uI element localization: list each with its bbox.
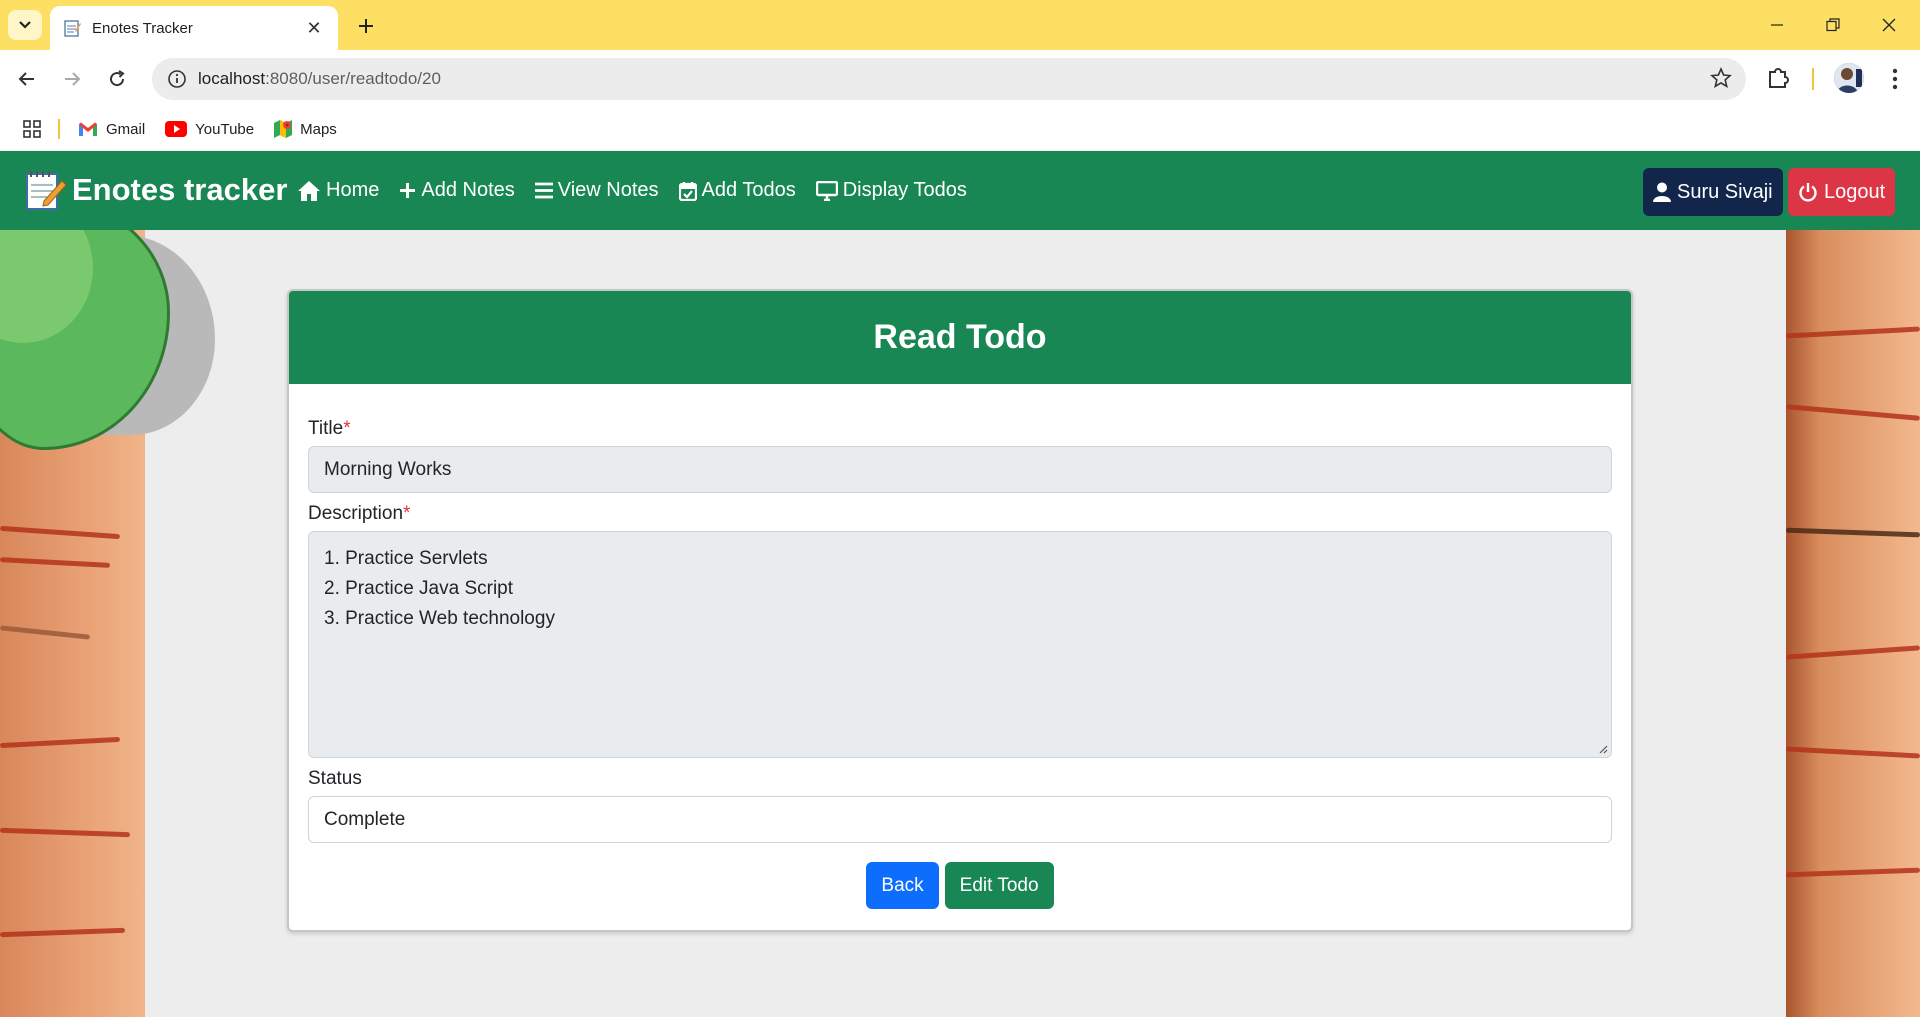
maps-icon — [274, 120, 293, 138]
more-menu-icon[interactable] — [1880, 64, 1910, 94]
new-tab-button[interactable] — [352, 12, 380, 40]
chevron-down-icon — [19, 21, 31, 29]
edit-todo-button[interactable]: Edit Todo — [944, 862, 1054, 909]
arrow-left-icon — [18, 72, 34, 86]
minimize-icon — [1771, 24, 1783, 26]
status-label: Status — [308, 768, 362, 789]
back-nav-button[interactable] — [12, 64, 42, 94]
nav-display-todos[interactable]: Display Todos — [815, 179, 967, 202]
bookmark-maps[interactable]: Maps — [274, 119, 337, 139]
title-label: Title* — [308, 418, 351, 439]
back-button[interactable]: Back — [866, 862, 939, 909]
right-wood-wall — [1785, 230, 1920, 1017]
reload-button[interactable] — [102, 64, 132, 94]
logout-button[interactable]: Logout — [1788, 168, 1896, 216]
status-field[interactable]: Complete — [308, 796, 1612, 843]
notepad-icon — [64, 20, 81, 37]
description-line: 1. Practice Servlets — [324, 548, 488, 569]
bookmarks-separator — [58, 119, 60, 139]
nav-add-todos[interactable]: Add Todos — [678, 179, 796, 202]
avatar-icon — [1834, 63, 1864, 93]
bookmark-star-icon[interactable] — [1710, 67, 1732, 89]
status-value: Complete — [324, 808, 406, 830]
close-icon — [1882, 18, 1896, 32]
description-line: 3. Practice Web technology — [324, 608, 555, 629]
bookmarks-bar: Gmail YouTube Maps — [0, 108, 1920, 150]
profile-avatar[interactable] — [1834, 63, 1864, 93]
user-icon — [1653, 182, 1671, 202]
brand-name: Enotes tracker — [72, 172, 288, 207]
resize-grip-icon[interactable] — [1598, 744, 1608, 754]
card-header: Read Todo — [289, 291, 1631, 384]
nav-label: Display Todos — [842, 179, 967, 201]
title-field[interactable]: Morning Works — [308, 446, 1612, 493]
action-buttons: Back Edit Todo — [308, 862, 1612, 909]
required-mark: * — [343, 418, 351, 439]
title-value: Morning Works — [324, 458, 452, 480]
calendar-check-icon — [678, 181, 697, 201]
reload-icon — [110, 70, 125, 87]
bookmark-gmail[interactable]: Gmail — [78, 121, 145, 138]
nav-view-notes[interactable]: View Notes — [534, 179, 659, 202]
home-icon — [298, 180, 320, 201]
plus-icon — [400, 183, 416, 198]
bookmark-label: YouTube — [195, 120, 255, 138]
description-field[interactable]: 1. Practice Servlets 2. Practice Java Sc… — [308, 531, 1612, 758]
restore-button[interactable] — [1810, 8, 1856, 42]
nav-label: View Notes — [557, 179, 659, 201]
site-info-icon[interactable] — [166, 68, 188, 90]
list-icon — [534, 182, 553, 199]
required-mark: * — [403, 503, 411, 524]
card-body: Title* Morning Works Description* 1. Pra… — [289, 418, 1631, 909]
nav-label: Add Todos — [701, 179, 796, 201]
nav-label: Home — [326, 179, 380, 201]
gmail-icon — [79, 122, 97, 136]
description-label: Description* — [308, 503, 411, 524]
tab-search-button[interactable] — [8, 10, 42, 40]
arrow-right-icon — [65, 72, 81, 86]
nav-links: Home Add Notes View Notes Add Todos Disp… — [297, 151, 987, 230]
tab-title: Enotes Tracker — [92, 19, 193, 37]
notepad-icon — [26, 171, 67, 210]
browser-tab[interactable]: Enotes Tracker ✕ — [50, 6, 338, 50]
nav-add-notes[interactable]: Add Notes — [399, 179, 515, 202]
address-bar[interactable]: localhost:8080/user/readtodo/20 — [152, 58, 1746, 100]
toolbar-separator — [1812, 68, 1814, 90]
close-window-button[interactable] — [1866, 8, 1912, 42]
read-todo-card: Read Todo Title* Morning Works Descripti… — [287, 289, 1633, 932]
bookmark-label: Maps — [300, 120, 337, 138]
nav-home[interactable]: Home — [297, 179, 379, 202]
browser-tab-strip: Enotes Tracker ✕ — [0, 0, 1920, 50]
apps-grid-icon[interactable] — [22, 119, 42, 139]
tab-close-icon[interactable]: ✕ — [302, 18, 326, 39]
brand-link[interactable]: Enotes tracker — [22, 167, 287, 213]
browser-toolbar: localhost:8080/user/readtodo/20 — [0, 50, 1920, 108]
power-icon — [1799, 183, 1817, 202]
extensions-icon[interactable] — [1766, 64, 1792, 90]
logout-label: Logout — [1824, 180, 1886, 203]
url-text: localhost:8080/user/readtodo/20 — [198, 69, 441, 88]
restore-icon — [1826, 18, 1840, 32]
description-line: 2. Practice Java Script — [324, 578, 514, 599]
page-title: Read Todo — [873, 318, 1047, 356]
monitor-icon — [815, 180, 838, 201]
plus-icon — [359, 19, 373, 33]
youtube-icon — [165, 121, 188, 137]
app-navbar: Enotes tracker Home Add Notes View Notes… — [0, 151, 1920, 230]
bookmark-label: Gmail — [106, 120, 146, 138]
user-profile-button[interactable]: Suru Sivaji — [1643, 168, 1783, 216]
user-name: Suru Sivaji — [1677, 180, 1773, 203]
bookmark-youtube[interactable]: YouTube — [165, 121, 254, 138]
minimize-button[interactable] — [1754, 8, 1800, 42]
forward-nav-button[interactable] — [57, 64, 87, 94]
nav-label: Add Notes — [421, 179, 515, 201]
